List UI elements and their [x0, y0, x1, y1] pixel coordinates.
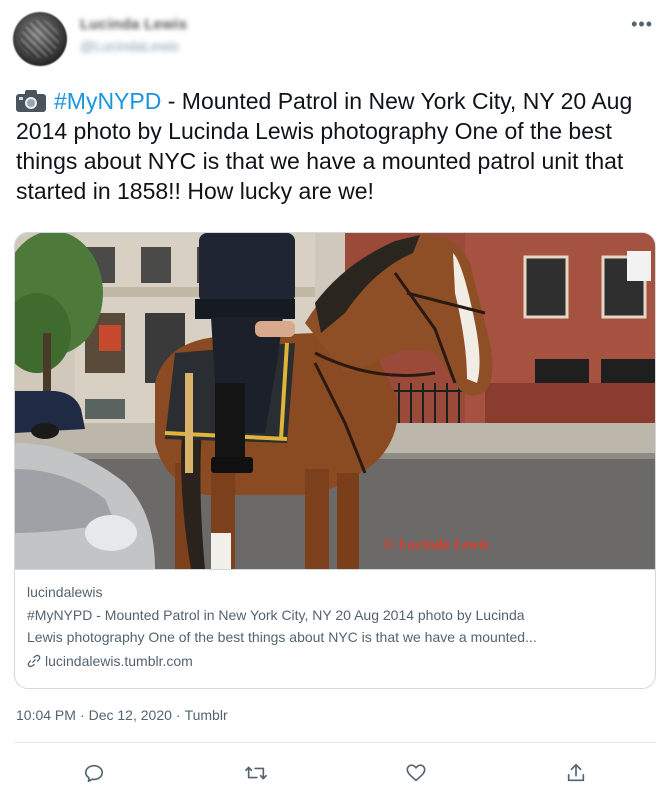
reply-button[interactable]	[80, 759, 108, 787]
hashtag-link[interactable]: #MyNYPD	[54, 88, 161, 114]
share-icon	[567, 763, 585, 782]
meta-separator: ·	[79, 707, 85, 723]
card-link-text: lucindalewis.tumblr.com	[45, 653, 193, 669]
card-link[interactable]: lucindalewis.tumblr.com	[27, 650, 643, 672]
link-icon	[27, 654, 41, 668]
tweet-text: #MyNYPD - Mounted Patrol in New York Cit…	[16, 86, 661, 206]
meta-separator: ·	[175, 707, 181, 723]
more-options-button[interactable]: •••	[631, 14, 653, 35]
card-info[interactable]: lucindalewis #MyNYPD - Mounted Patrol in…	[15, 569, 655, 688]
tweet-source[interactable]: Tumblr	[185, 707, 228, 723]
like-button[interactable]	[402, 759, 430, 787]
retweet-icon	[245, 766, 267, 780]
divider	[14, 742, 655, 743]
retweet-button[interactable]	[242, 759, 270, 787]
card-photo[interactable]: © Lucinda Lewis	[15, 233, 655, 569]
photo-watermark: © Lucinda Lewis	[383, 537, 489, 553]
reply-icon	[84, 764, 104, 783]
share-button[interactable]	[562, 759, 590, 787]
card-description-line-2: Lewis photography One of the best things…	[27, 629, 537, 645]
author-handle[interactable]: @LucindaLewis	[80, 38, 179, 54]
link-card[interactable]: © Lucinda Lewis lucindalewis #MyNYPD - M…	[14, 232, 656, 689]
tweet-time[interactable]: 10:04 PM	[16, 707, 76, 723]
author-name[interactable]: Lucinda Lewis	[80, 16, 187, 33]
avatar[interactable]	[13, 12, 67, 66]
card-description-line-1: #MyNYPD - Mounted Patrol in New York Cit…	[27, 607, 525, 623]
tweet: Lucinda Lewis @LucindaLewis ••• #MyNYPD …	[0, 0, 669, 800]
heart-icon	[406, 764, 426, 782]
tweet-meta: 10:04 PM · Dec 12, 2020 · Tumblr	[16, 707, 228, 723]
action-bar	[0, 755, 669, 791]
camera-icon	[16, 90, 46, 112]
tweet-date[interactable]: Dec 12, 2020	[89, 707, 172, 723]
card-domain: lucindalewis	[27, 584, 103, 600]
